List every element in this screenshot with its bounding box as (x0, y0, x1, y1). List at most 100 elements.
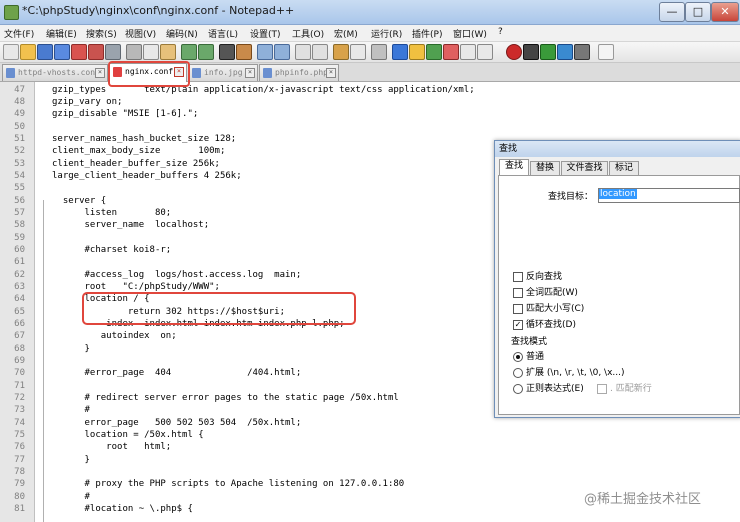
tab-httpd-vhosts[interactable]: httpd-vhosts.conf × (2, 64, 108, 81)
checkbox[interactable] (513, 271, 523, 282)
checked-checkbox-icon[interactable]: ✓ (513, 319, 523, 330)
line-number: 56 (14, 196, 25, 206)
watermark: @稀土掘金技术社区 (584, 492, 702, 507)
radio[interactable] (513, 383, 523, 394)
tab-mark[interactable]: 标记 (609, 161, 639, 176)
option-match-case[interactable]: 匹配大小写(C) (513, 301, 584, 314)
mode-normal[interactable]: 普通 (513, 349, 544, 362)
zoom-in-icon[interactable] (257, 44, 273, 60)
code-line: root "C:/phpStudy/WWW"; (52, 282, 220, 292)
tab-replace[interactable]: 替换 (530, 161, 560, 176)
run-macro-multiple-icon[interactable] (557, 44, 573, 60)
menu-file[interactable]: 文件(F) (4, 27, 34, 40)
code-line: # (52, 405, 90, 415)
menu-settings[interactable]: 设置(T) (250, 27, 281, 40)
play-macro-icon[interactable] (540, 44, 556, 60)
copy-icon[interactable] (143, 44, 159, 60)
code-line: server_name localhost; (52, 220, 210, 230)
save-icon[interactable] (37, 44, 53, 60)
mode-regex[interactable]: 正则表达式(E) (513, 381, 584, 394)
zoom-out-icon[interactable] (274, 44, 290, 60)
mode-extended[interactable]: 扩展 (\n, \r, \t, \0, \x...) (513, 365, 625, 378)
line-number: 59 (14, 233, 25, 243)
indent-guide-icon[interactable] (371, 44, 387, 60)
menu-language[interactable]: 语言(L) (208, 27, 238, 40)
line-number: 74 (14, 418, 25, 428)
line-number: 52 (14, 146, 25, 156)
option-label: 循环查找(D) (526, 320, 576, 330)
menu-edit[interactable]: 编辑(E) (46, 27, 77, 40)
tab-phpinfo[interactable]: phpinfo.php × (259, 64, 339, 81)
eye-icon[interactable] (477, 44, 493, 60)
word-wrap-icon[interactable] (333, 44, 349, 60)
checkbox[interactable] (513, 287, 523, 298)
cut-icon[interactable] (126, 44, 142, 60)
tab-info-jpg[interactable]: info.jpg × (188, 64, 258, 81)
menu-macro[interactable]: 宏(M) (334, 27, 358, 40)
close-window-button[interactable]: ✕ (711, 2, 739, 22)
line-number: 62 (14, 270, 25, 280)
minimize-button[interactable]: — (659, 2, 685, 22)
option-wrap-around[interactable]: ✓ 循环查找(D) (513, 317, 576, 330)
tab-label: httpd-vhosts.conf (18, 68, 100, 77)
function-list-icon[interactable] (426, 44, 442, 60)
folder-workspace-icon[interactable] (443, 44, 459, 60)
line-number: 65 (14, 307, 25, 317)
find-panel: 查找目标： location 反向查找 全词匹配(W) 匹配大小写(C) ✓ 循环… (498, 175, 740, 415)
print-icon[interactable] (105, 44, 121, 60)
option-match-whole-word[interactable]: 全词匹配(W) (513, 285, 578, 298)
radio[interactable] (513, 367, 523, 378)
tab-close-icon[interactable]: × (245, 68, 255, 78)
stop-macro-icon[interactable] (523, 44, 539, 60)
menu-view[interactable]: 视图(V) (125, 27, 156, 40)
find-dialog: 查找 查找 替换 文件查找 标记 查找目标： location 反向查找 全词匹… (494, 140, 740, 418)
highlight-annotation-tab (108, 61, 190, 87)
find-icon[interactable] (219, 44, 235, 60)
undo-icon[interactable] (181, 44, 197, 60)
menu-search[interactable]: 搜索(S) (86, 27, 117, 40)
record-macro-icon[interactable] (506, 44, 522, 60)
replace-icon[interactable] (236, 44, 252, 60)
checkbox[interactable] (513, 303, 523, 314)
close-all-icon[interactable] (88, 44, 104, 60)
menu-tools[interactable]: 工具(O) (292, 27, 324, 40)
code-line: gzip_disable "MSIE [1-6]."; (52, 109, 199, 119)
monitoring-icon[interactable] (460, 44, 476, 60)
tab-find-in-files[interactable]: 文件查找 (561, 161, 608, 176)
line-number: 49 (14, 109, 25, 119)
save-all-icon[interactable] (54, 44, 70, 60)
maximize-button[interactable]: □ (685, 2, 711, 22)
user-language-icon[interactable] (392, 44, 408, 60)
find-what-input[interactable]: location (598, 188, 740, 203)
redo-icon[interactable] (198, 44, 214, 60)
radio-selected[interactable] (513, 351, 523, 362)
new-file-icon[interactable] (3, 44, 19, 60)
menu-help[interactable]: ? (498, 27, 503, 37)
option-label: . 匹配新行 (610, 384, 652, 394)
sync-vertical-icon[interactable] (295, 44, 311, 60)
menu-plugins[interactable]: 插件(P) (412, 27, 442, 40)
line-number: 60 (14, 245, 25, 255)
find-dialog-title-bar: 查找 (495, 141, 740, 157)
file-icon (6, 68, 15, 78)
notepad-app-icon (4, 5, 19, 20)
option-reverse-direction[interactable]: 反向查找 (513, 269, 562, 282)
code-line: location = /50x.html { (52, 430, 204, 440)
menu-window[interactable]: 窗口(W) (453, 27, 487, 40)
paste-icon[interactable] (160, 44, 176, 60)
show-all-chars-icon[interactable] (350, 44, 366, 60)
save-macro-icon[interactable] (574, 44, 590, 60)
code-line: client_max_body_size 100m; (52, 146, 226, 156)
doc-map-icon[interactable] (409, 44, 425, 60)
menu-encoding[interactable]: 编码(N) (166, 27, 198, 40)
title-bar: *C:\phpStudy\nginx\conf\nginx.conf - Not… (0, 0, 740, 25)
line-number: 71 (14, 381, 25, 391)
tab-close-icon[interactable]: × (326, 68, 336, 78)
tab-close-icon[interactable]: × (95, 68, 105, 78)
code-line: } (52, 344, 90, 354)
open-file-icon[interactable] (20, 44, 36, 60)
close-file-icon[interactable] (71, 44, 87, 60)
sync-horizontal-icon[interactable] (312, 44, 328, 60)
menu-run[interactable]: 运行(R) (371, 27, 402, 40)
spell-check-icon[interactable] (598, 44, 614, 60)
